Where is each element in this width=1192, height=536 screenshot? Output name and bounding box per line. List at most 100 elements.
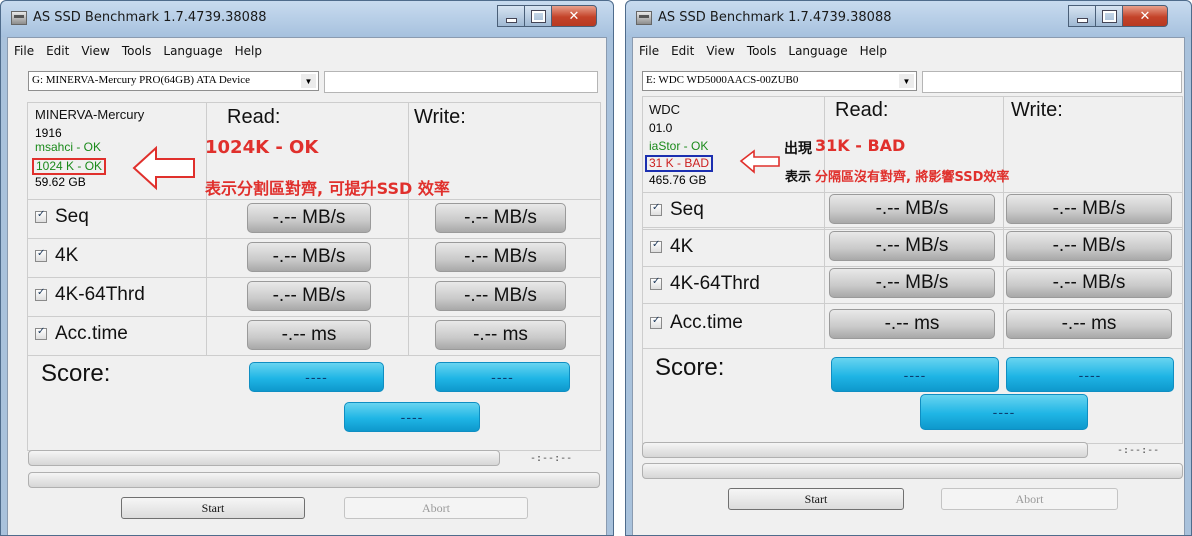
window-title: AS SSD Benchmark 1.7.4739.38088 (33, 10, 267, 25)
annotation-text: 表示分割區對齊, 可提升SSD 效率 (205, 179, 450, 198)
4k-read-value: -.-- MB/s (829, 231, 995, 261)
close-button[interactable]: ✕ (1122, 5, 1168, 27)
minimize-button[interactable] (497, 5, 524, 27)
right-title-bar[interactable]: AS SSD Benchmark 1.7.4739.38088 ✕ (626, 1, 1191, 37)
minimize-button[interactable] (1068, 5, 1095, 27)
4k64-read-value: -.-- MB/s (829, 268, 995, 298)
acc-write-value: -.-- ms (435, 320, 566, 350)
app-icon (11, 11, 27, 25)
seq-checkbox[interactable]: Seq (650, 199, 704, 221)
menu-edit[interactable]: Edit (665, 38, 700, 60)
menu-bar: File Edit View Tools Language Help (8, 38, 606, 60)
elapsed-time: -:--:-- (1117, 445, 1160, 456)
4k-checkbox[interactable]: 4K (35, 245, 78, 267)
menu-view[interactable]: View (75, 38, 115, 60)
start-button[interactable]: Start (728, 488, 904, 510)
device-size: 465.76 GB (649, 173, 707, 187)
driver-status: msahci - OK (35, 140, 102, 154)
chevron-down-icon: ▼ (899, 74, 914, 88)
acc-label: Acc.time (55, 323, 128, 344)
alignment-status: 1024 K - OK (32, 158, 107, 175)
device-firmware: 1916 (35, 126, 62, 140)
acc-read-value: -.-- ms (829, 309, 995, 339)
drive-info-field (324, 71, 598, 93)
4k64-label: 4K-64Thrd (55, 284, 145, 305)
menu-language[interactable]: Language (157, 38, 228, 60)
score-write: ---- (435, 362, 570, 392)
menu-view[interactable]: View (700, 38, 740, 60)
seq-checkbox[interactable]: Seq (35, 206, 89, 228)
seq-read-value: -.-- MB/s (829, 194, 995, 224)
start-button[interactable]: Start (121, 497, 305, 519)
score-read: ---- (249, 362, 384, 392)
4k64-checkbox[interactable]: 4K-64Thrd (650, 273, 760, 295)
4k-read-value: -.-- MB/s (247, 242, 371, 272)
alignment-status: 31 K - BAD (645, 155, 714, 172)
menu-file[interactable]: File (8, 38, 40, 60)
window-title: AS SSD Benchmark 1.7.4739.38088 (658, 10, 892, 25)
maximize-button[interactable] (1095, 5, 1122, 27)
acc-write-value: -.-- ms (1006, 309, 1172, 339)
4k64-checkbox[interactable]: 4K-64Thrd (35, 284, 145, 306)
checkbox-checked-icon (650, 276, 662, 290)
menu-tools[interactable]: Tools (741, 38, 783, 60)
driver-status: iaStor - OK (649, 139, 709, 153)
checkbox-checked-icon (650, 315, 662, 329)
menu-language[interactable]: Language (782, 38, 853, 60)
annotation-title: 31K - BAD (815, 136, 906, 155)
seq-read-value: -.-- MB/s (247, 203, 371, 233)
checkbox-checked-icon (35, 326, 47, 340)
checkbox-checked-icon (35, 248, 47, 262)
progress-bar-2 (28, 472, 600, 488)
drive-select[interactable]: E: WDC WD5000AACS-00ZUB0 ▼ (642, 71, 917, 91)
device-name: MINERVA-Mercury (35, 107, 145, 122)
drive-select-value: G: MINERVA-Mercury PRO(64GB) ATA Device (32, 74, 251, 86)
menu-help[interactable]: Help (854, 38, 893, 60)
progress-bar-1 (28, 450, 500, 466)
seq-label: Seq (670, 199, 704, 220)
elapsed-time: -:--:-- (530, 453, 573, 464)
seq-write-value: -.-- MB/s (435, 203, 566, 233)
checkbox-checked-icon (650, 202, 662, 216)
device-name: WDC (649, 102, 681, 117)
right-client-area: File Edit View Tools Language Help E: WD… (632, 37, 1185, 535)
annotation-prefix: 出現 (784, 141, 812, 157)
chevron-down-icon: ▼ (301, 74, 316, 88)
device-firmware: 01.0 (649, 121, 673, 135)
device-size: 59.62 GB (35, 175, 86, 189)
menu-help[interactable]: Help (229, 38, 268, 60)
drive-select-value: E: WDC WD5000AACS-00ZUB0 (646, 74, 799, 86)
menu-file[interactable]: File (633, 38, 665, 60)
abort-button[interactable]: Abort (941, 488, 1118, 510)
progress-bar-2 (642, 463, 1183, 479)
menu-bar: File Edit View Tools Language Help (633, 38, 1184, 60)
drive-select[interactable]: G: MINERVA-Mercury PRO(64GB) ATA Device … (28, 71, 319, 91)
score-read: ---- (831, 357, 999, 392)
4k64-label: 4K-64Thrd (670, 273, 760, 294)
progress-bar-1 (642, 442, 1088, 458)
annotation-title: 1024K - OK (205, 137, 319, 158)
score-total: ---- (920, 394, 1088, 430)
left-title-bar[interactable]: AS SSD Benchmark 1.7.4739.38088 ✕ (1, 1, 613, 37)
score-label: Score: (41, 360, 111, 387)
4k64-read-value: -.-- MB/s (247, 281, 371, 311)
annotation-text-prefix: 表示 (785, 170, 812, 185)
close-button[interactable]: ✕ (551, 5, 597, 27)
maximize-button[interactable] (524, 5, 551, 27)
acc-checkbox[interactable]: Acc.time (650, 312, 743, 334)
4k-write-value: -.-- MB/s (1006, 231, 1172, 261)
menu-edit[interactable]: Edit (40, 38, 75, 60)
acc-read-value: -.-- ms (247, 320, 371, 350)
checkbox-checked-icon (650, 239, 662, 253)
menu-tools[interactable]: Tools (116, 38, 158, 60)
seq-write-value: -.-- MB/s (1006, 194, 1172, 224)
4k-checkbox[interactable]: 4K (650, 236, 693, 258)
right-window: AS SSD Benchmark 1.7.4739.38088 ✕ File E… (625, 0, 1192, 536)
4k64-write-value: -.-- MB/s (1006, 268, 1172, 298)
abort-button[interactable]: Abort (344, 497, 528, 519)
checkbox-checked-icon (35, 287, 47, 301)
acc-checkbox[interactable]: Acc.time (35, 323, 128, 345)
read-header: Read: (227, 106, 281, 128)
write-header: Write: (1011, 99, 1063, 121)
arrow-left-icon (739, 149, 780, 174)
